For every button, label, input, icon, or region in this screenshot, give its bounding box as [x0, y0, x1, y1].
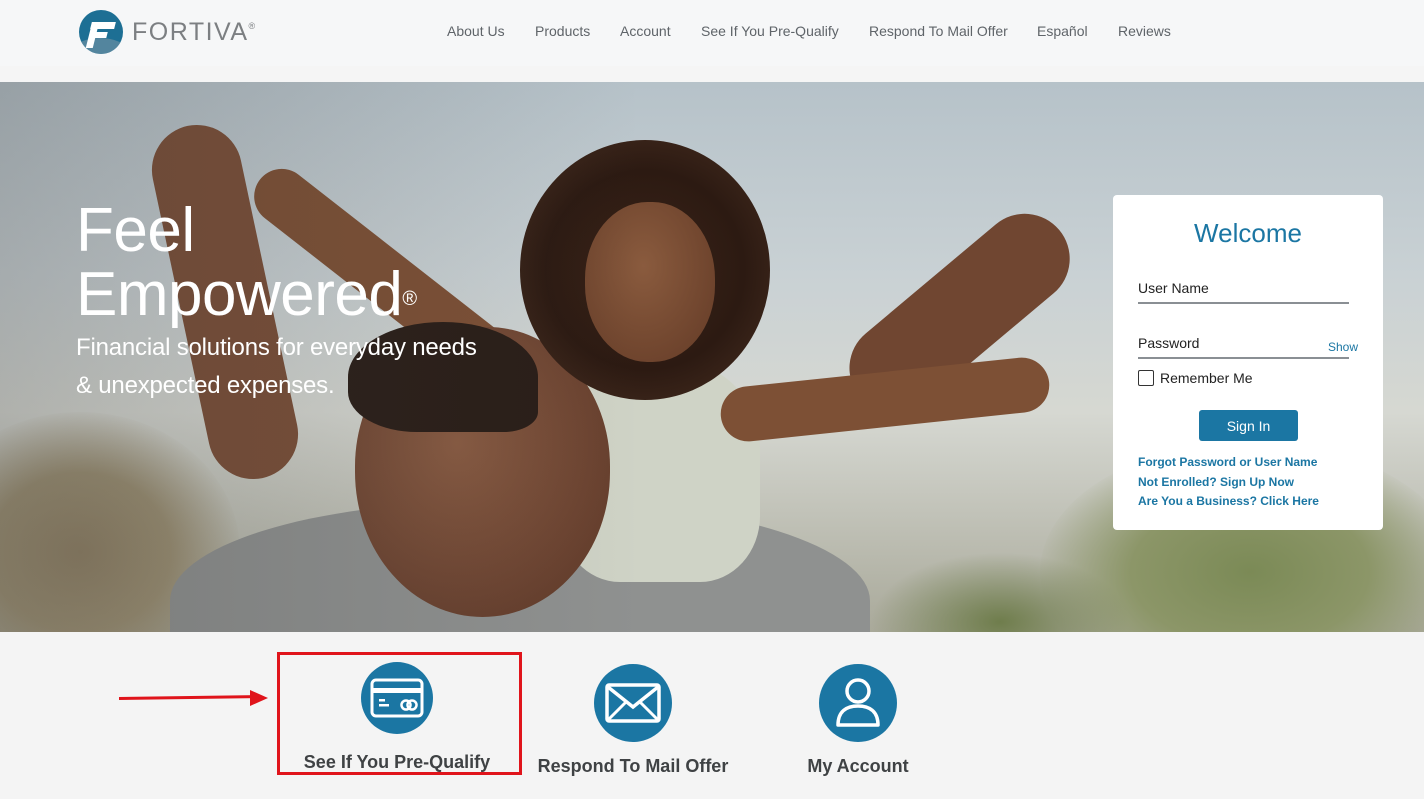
tile-my-account[interactable]: My Account [778, 664, 938, 777]
envelope-icon [594, 664, 672, 742]
show-password-link[interactable]: Show [1328, 340, 1358, 354]
remember-me[interactable]: Remember Me [1138, 370, 1253, 386]
hero-subtitle: Financial solutions for everyday needs &… [76, 334, 477, 399]
username-field[interactable]: User Name [1138, 280, 1209, 296]
highlight-box [277, 652, 522, 775]
remember-me-label: Remember Me [1160, 370, 1253, 386]
nav-products[interactable]: Products [535, 23, 590, 39]
password-field[interactable]: Password [1138, 335, 1199, 351]
password-underline [1138, 357, 1349, 359]
nav-espanol[interactable]: Español [1037, 23, 1088, 39]
remember-me-checkbox[interactable] [1138, 370, 1154, 386]
login-title: Welcome [1194, 218, 1302, 248]
login-card: Welcome User Name Password Show Remember… [1113, 195, 1383, 530]
username-underline [1138, 302, 1349, 304]
nav-respond-mail-offer[interactable]: Respond To Mail Offer [869, 23, 1008, 39]
hero-title: Feel Empowered® [76, 196, 417, 329]
nav-about-us[interactable]: About Us [447, 23, 505, 39]
tile-respond-mail-offer[interactable]: Respond To Mail Offer [532, 664, 734, 777]
tile-my-account-label: My Account [807, 756, 909, 776]
nav-reviews[interactable]: Reviews [1118, 23, 1171, 39]
business-link[interactable]: Are You a Business? Click Here [1138, 494, 1319, 508]
nav-pre-qualify[interactable]: See If You Pre-Qualify [701, 23, 839, 39]
sign-up-link[interactable]: Not Enrolled? Sign Up Now [1138, 475, 1294, 489]
main-nav: About Us Products Account See If You Pre… [0, 23, 1424, 43]
forgot-password-link[interactable]: Forgot Password or User Name [1138, 455, 1317, 469]
arrow-head-icon [250, 690, 268, 706]
user-icon [819, 664, 897, 742]
tile-respond-mail-offer-label: Respond To Mail Offer [537, 756, 729, 776]
site-header: FORTIVA® About Us Products Account See I… [0, 0, 1424, 66]
nav-account[interactable]: Account [620, 23, 671, 39]
sign-in-button[interactable]: Sign In [1199, 410, 1298, 441]
